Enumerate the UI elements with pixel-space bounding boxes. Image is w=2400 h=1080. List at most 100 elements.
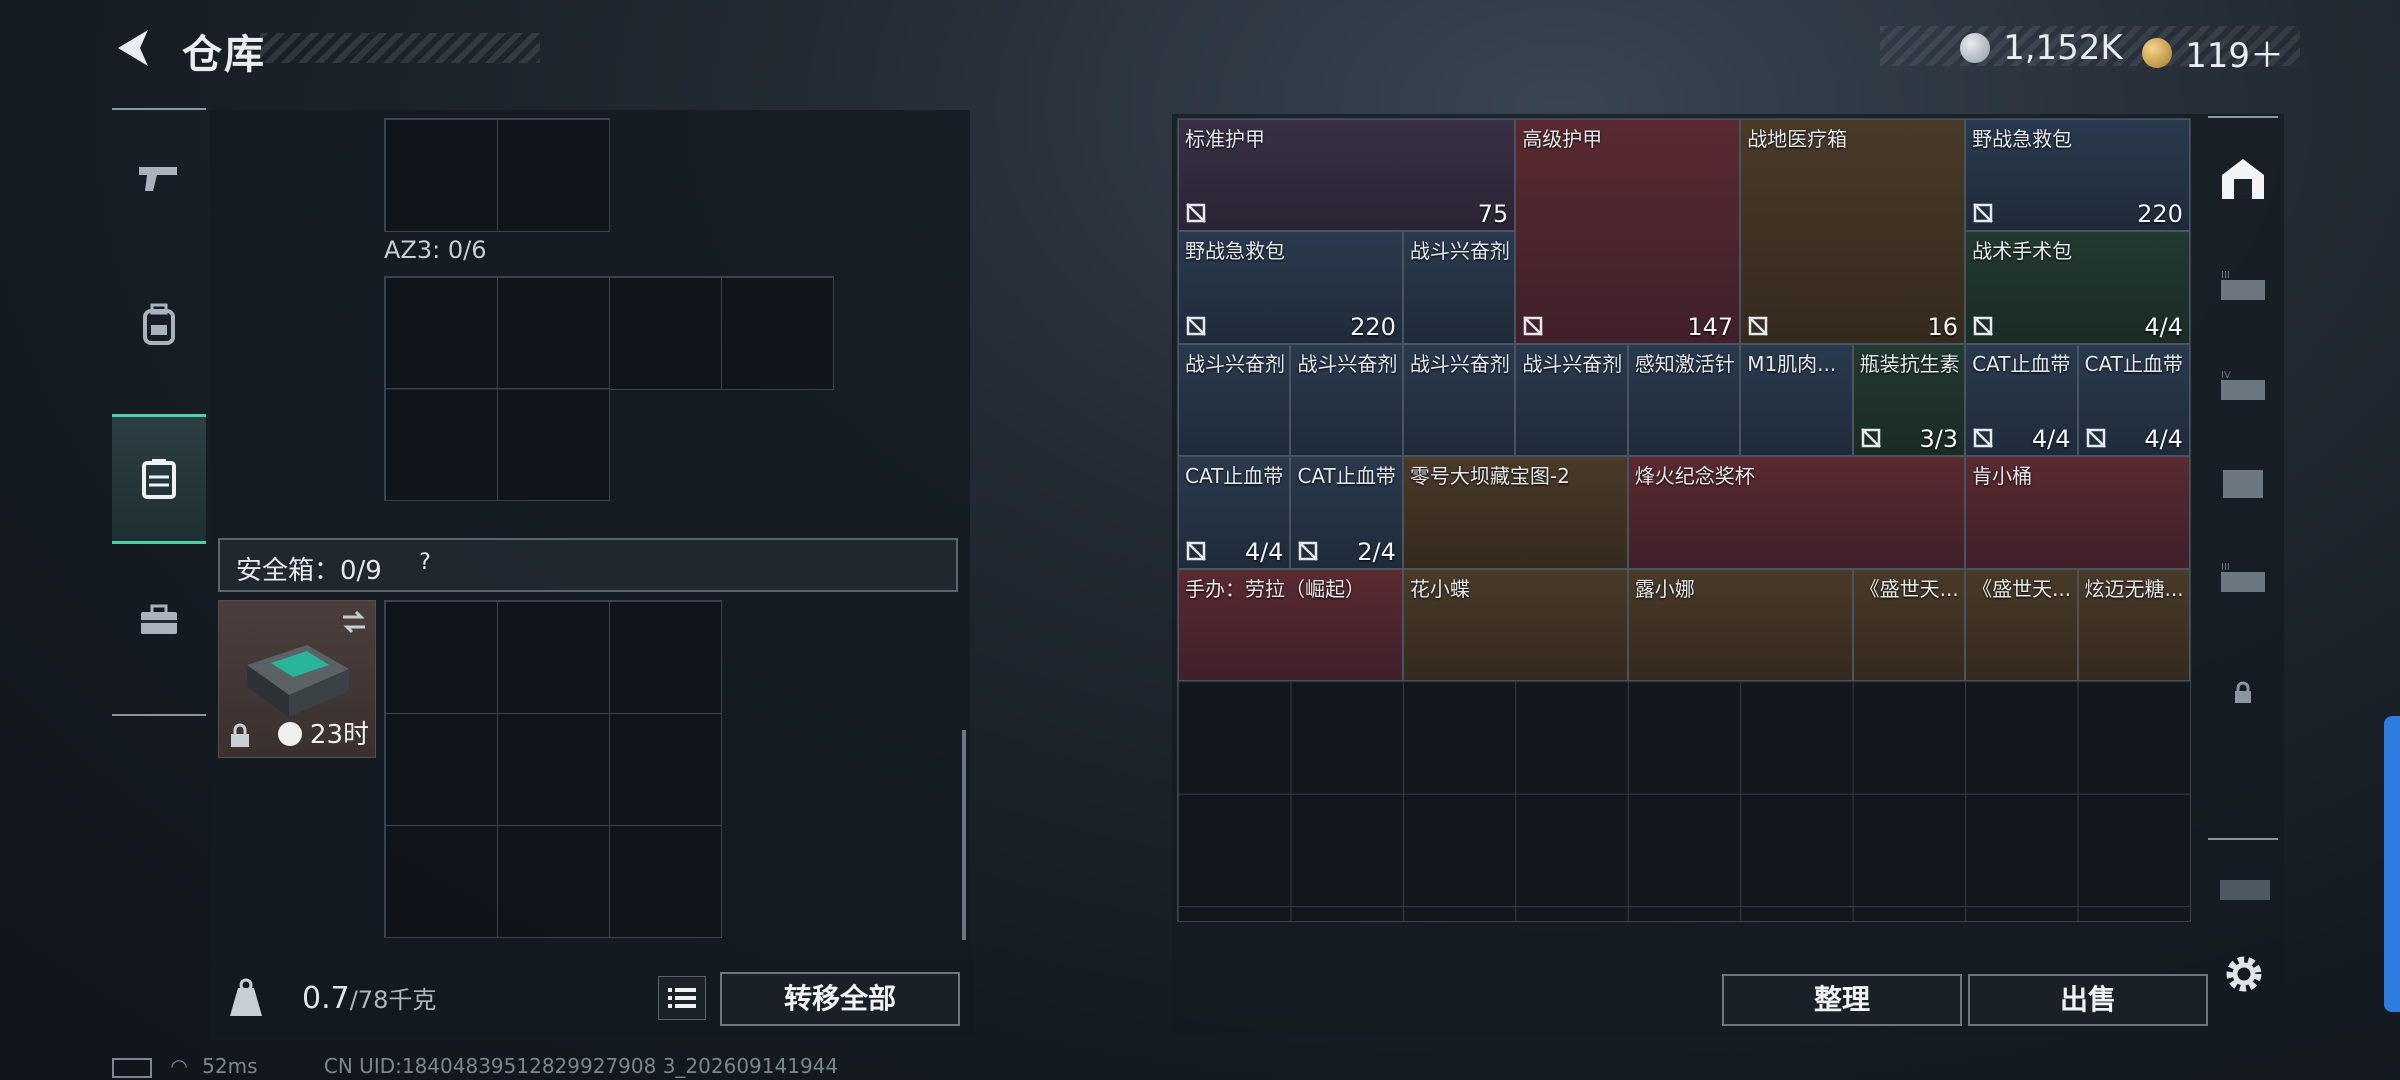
stash-item[interactable]: 战术手术包 4/4	[1965, 231, 2190, 344]
no-trade-icon	[1186, 540, 1206, 561]
sort-button[interactable]: 整理	[1722, 974, 1962, 1026]
stash-item[interactable]: 手办：劳拉（崛起）	[1178, 568, 1403, 682]
az3-grid-row2[interactable]	[384, 388, 610, 501]
pistol-icon	[139, 167, 177, 191]
stash-page-tabs: III IV III	[2208, 116, 2278, 840]
item-count: 4/4	[2144, 425, 2183, 454]
backpack-icon	[143, 303, 175, 345]
item-count: 147	[1687, 312, 1734, 341]
vest-grid-upper[interactable]	[384, 118, 610, 232]
stash-item[interactable]: 野战急救包 220	[1178, 231, 1403, 344]
uid-text: CN UID:18404839512829927908 3_2026091419…	[323, 1054, 839, 1078]
case-timer-text: 23时	[309, 720, 369, 750]
stash-item[interactable]: 战斗兴奋剂	[1178, 343, 1291, 457]
tab-stash-home[interactable]	[2208, 134, 2278, 224]
item-name: 战地医疗箱	[1747, 127, 1848, 151]
page-title: 仓库	[182, 32, 266, 78]
safe-box-grid[interactable]	[384, 600, 722, 938]
weight-bar: 0.7/78千克 转移全部	[210, 960, 974, 1036]
list-view-button[interactable]	[658, 976, 706, 1020]
stash-item[interactable]: 战斗兴奋剂	[1402, 231, 1516, 344]
stash-item[interactable]: CAT止血带 4/4	[2077, 343, 2190, 457]
swap-icon[interactable]	[341, 609, 367, 635]
stash-item[interactable]: 感知激活针	[1627, 343, 1741, 457]
list-icon	[668, 988, 696, 1008]
stash-item[interactable]: 野战急救包 220	[1965, 119, 2190, 232]
help-icon[interactable]: ?	[410, 548, 440, 578]
item-count: 220	[1350, 312, 1396, 341]
silver-coin-icon	[1960, 33, 1990, 63]
tab-folder-case[interactable]	[2208, 438, 2278, 528]
item-name: 瓶装抗生素	[1859, 351, 1960, 376]
no-trade-icon	[1973, 203, 1993, 224]
no-trade-icon	[1973, 428, 1993, 449]
tab-vest[interactable]	[112, 414, 206, 544]
item-name: 野战急救包	[1972, 127, 2073, 151]
wifi-icon: ◠	[170, 1054, 188, 1078]
tab-locked[interactable]	[2208, 648, 2278, 738]
stash-item[interactable]: 烽火纪念奖杯	[1627, 456, 1966, 569]
toolbox-icon	[141, 604, 177, 634]
sell-button[interactable]: 出售	[1968, 974, 2208, 1026]
stash-item[interactable]: 炫迈无糖...	[2077, 568, 2190, 682]
gold-coin-icon	[2142, 37, 2172, 68]
no-trade-icon	[1748, 315, 1769, 336]
stash-item[interactable]: 战斗兴奋剂	[1515, 343, 1628, 457]
item-name: 《盛世天...	[1859, 576, 1959, 601]
tab-weapons[interactable]	[112, 116, 206, 240]
no-trade-icon	[2085, 428, 2106, 449]
item-name: 《盛世天...	[1972, 576, 2072, 601]
stash-item[interactable]: 露小娜	[1627, 568, 1853, 682]
item-count: 16	[1927, 312, 1959, 341]
tab-backpack[interactable]	[112, 262, 206, 386]
item-name: 战斗兴奋剂	[1522, 351, 1623, 376]
title-decoration	[260, 33, 540, 63]
ping-text: 52ms	[202, 1054, 258, 1078]
stash-item[interactable]: 标准护甲 75	[1178, 119, 1516, 232]
stash-item[interactable]: 瓶装抗生素 3/3	[1852, 343, 1966, 457]
stash-item[interactable]: 战斗兴奋剂	[1402, 343, 1516, 457]
tab-toolbox[interactable]	[112, 558, 206, 682]
no-trade-icon	[1298, 540, 1319, 561]
stash-item[interactable]: 零号大坝藏宝图-2	[1402, 456, 1628, 569]
item-name: 烽火纪念奖杯	[1634, 464, 1755, 489]
tab-weapon-case[interactable]	[2218, 874, 2272, 908]
stash-item[interactable]: CAT止血带 4/4	[1178, 456, 1291, 569]
side-drawer-handle[interactable]	[2384, 716, 2400, 1012]
az3-capacity-label: AZ3: 0/6	[384, 236, 487, 264]
stash-item[interactable]: 肯小桶	[1965, 456, 2190, 569]
stash-item[interactable]: 高级护甲 147	[1515, 119, 1741, 344]
currency-bar: 1,152K 119＋	[1880, 26, 2300, 76]
left-scrollbar[interactable]	[962, 730, 966, 940]
stash-item[interactable]: 战地医疗箱 16	[1740, 119, 1966, 344]
stash-item[interactable]: M1肌肉...	[1740, 343, 1853, 457]
tab-case-3[interactable]: III	[2208, 242, 2278, 332]
settings-gear-icon[interactable]	[2222, 952, 2266, 996]
item-name: CAT止血带	[2084, 351, 2183, 376]
gold-amount: 119＋	[2185, 36, 2284, 76]
safe-box-label: 安全箱：0/9	[236, 556, 382, 586]
tab-case-3b[interactable]: III	[2208, 534, 2278, 624]
left-category-tabs	[112, 108, 206, 716]
safe-case-item[interactable]: 23时	[218, 600, 376, 758]
stash-item[interactable]: 战斗兴奋剂	[1290, 343, 1403, 457]
item-count: 220	[2137, 200, 2183, 229]
clock-icon	[277, 722, 302, 746]
tab-case-4[interactable]: IV	[2208, 342, 2278, 432]
item-name: 战斗兴奋剂	[1409, 239, 1510, 264]
stash-item[interactable]: CAT止血带 4/4	[1965, 343, 2078, 457]
weight-unit: /78千克	[349, 986, 437, 1014]
no-trade-icon	[1186, 315, 1206, 336]
gold-currency[interactable]: 119＋	[2142, 28, 2284, 77]
no-trade-icon	[1973, 315, 1993, 336]
transfer-all-button[interactable]: 转移全部	[720, 972, 960, 1026]
stash-item[interactable]: 《盛世天...	[1852, 568, 1966, 682]
stash-item[interactable]: 花小蝶	[1402, 568, 1628, 682]
stash-item[interactable]: 《盛世天...	[1965, 568, 2078, 682]
weapon-case-4-icon: IV	[2221, 370, 2265, 400]
weapon-case-icon	[2220, 880, 2270, 900]
item-name: 战斗兴奋剂	[1185, 351, 1285, 376]
back-arrow-icon[interactable]	[112, 26, 156, 70]
az3-grid-row1[interactable]	[384, 276, 834, 390]
stash-item[interactable]: CAT止血带 2/4	[1290, 456, 1403, 569]
